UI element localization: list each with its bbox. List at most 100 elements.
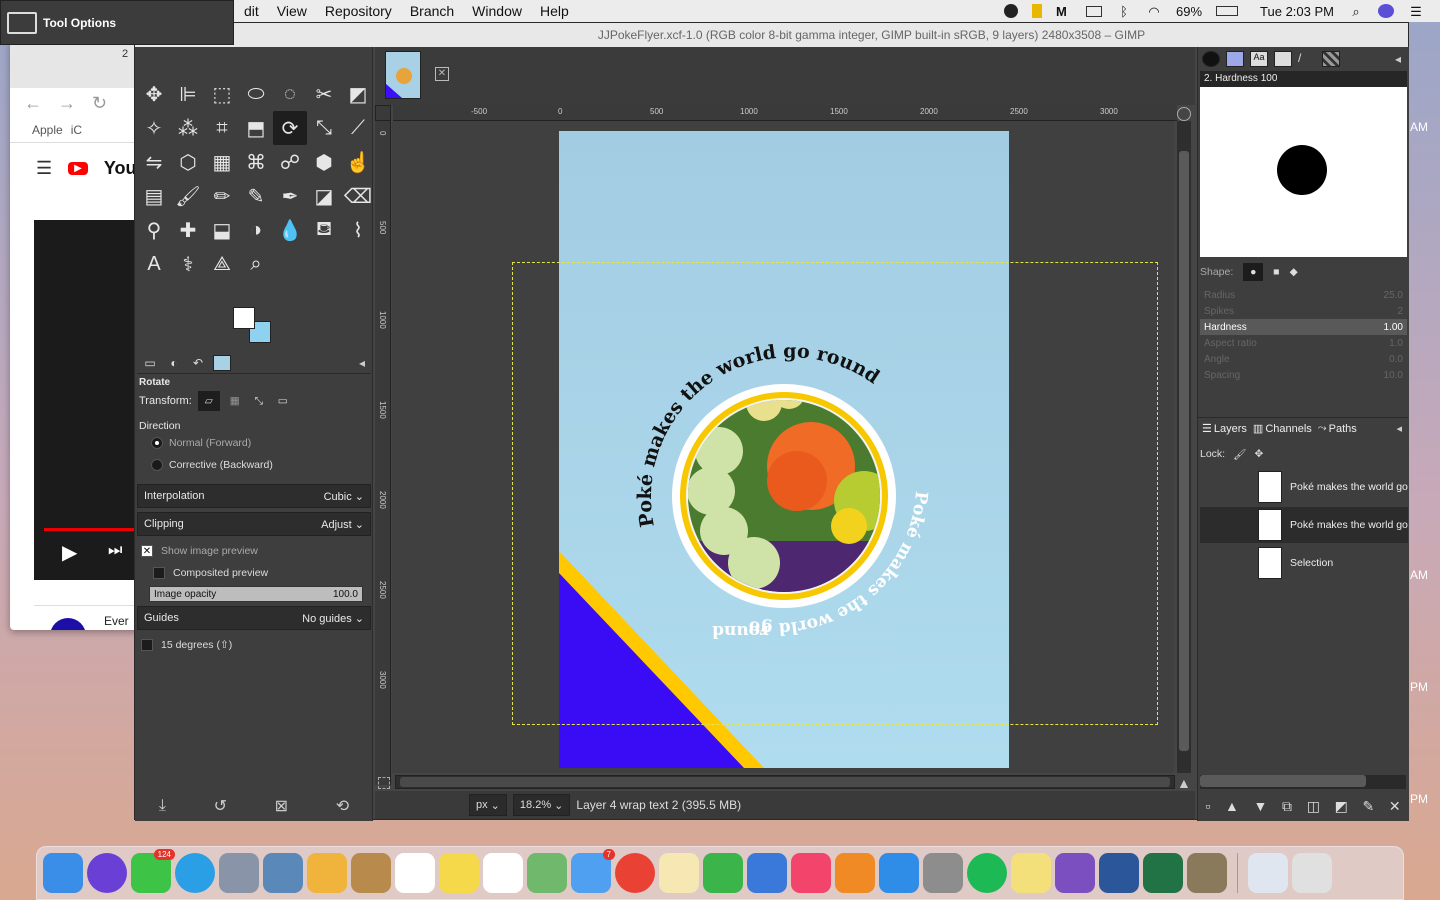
dock-reminders-icon[interactable] — [483, 853, 523, 893]
tab-channels[interactable]: ▥ Channels — [1253, 422, 1312, 436]
eraser-icon[interactable]: ⌫ — [341, 179, 375, 213]
flip-icon[interactable]: ⇋ — [137, 145, 171, 179]
dock-stickies-icon[interactable] — [1011, 853, 1051, 893]
bucket-icon[interactable]: ⛾ — [307, 213, 341, 247]
menubar-clock[interactable]: Tue 2:03 PM — [1260, 4, 1334, 19]
lock-pixels-icon[interactable]: 🖌 — [1233, 448, 1246, 461]
bookmark-icloud[interactable]: iC — [71, 123, 82, 137]
dock-finder-icon[interactable] — [43, 853, 83, 893]
transform-layer-icon[interactable]: ▱ — [197, 391, 220, 411]
hamburger-icon[interactable]: ☰ — [36, 158, 52, 179]
duplicate-icon[interactable]: ⧉ — [1282, 798, 1292, 815]
video-player[interactable]: ▶ ⏭ — [34, 220, 150, 580]
radio-corrective[interactable] — [151, 459, 163, 471]
paint-dynamics-icon[interactable]: / — [1298, 51, 1316, 67]
horizontal-scroll-thumb[interactable] — [400, 777, 1170, 787]
transform-image-icon[interactable]: ▭ — [274, 392, 292, 410]
norton-icon[interactable] — [1032, 4, 1043, 18]
layer-name[interactable]: Poké makes the world go — [1290, 519, 1408, 531]
cage-icon[interactable]: ▦ — [205, 145, 239, 179]
brush-prop-aspect-ratio[interactable]: Aspect ratio 1.0 — [1200, 335, 1407, 351]
rotate-icon[interactable]: ⟳ — [273, 111, 307, 145]
horizontal-ruler[interactable]: -500 0 500 1000 1500 2000 2500 3000 — [393, 105, 1177, 121]
transform-path-icon[interactable]: ⤡ — [250, 392, 268, 410]
dock-numbers-icon[interactable] — [703, 853, 743, 893]
constrain-toggle[interactable]: 15 degrees (⇧) — [137, 634, 371, 656]
gradient-icon[interactable]: ▤ — [137, 179, 171, 213]
dock-safari-icon[interactable] — [175, 853, 215, 893]
guides-combo[interactable]: Guides No guides ⌄ — [137, 606, 371, 630]
tool-options-tab-icon[interactable]: ▭ — [141, 355, 159, 371]
brushes-tab-icon[interactable] — [1202, 51, 1220, 67]
user-avatar-icon[interactable] — [1378, 4, 1394, 18]
configure-layers-dock-icon[interactable]: ◂ — [1396, 422, 1402, 435]
vertical-ruler[interactable]: 0 500 1000 1500 2000 2500 3000 — [375, 121, 391, 785]
direction-corrective[interactable]: Corrective (Backward) — [137, 454, 371, 476]
crop-icon[interactable]: ⌗ — [205, 111, 239, 145]
brush-prop-spacing[interactable]: Spacing 10.0 — [1200, 367, 1407, 383]
scissors-icon[interactable]: ✂ — [307, 77, 341, 111]
menu-window[interactable]: Window — [472, 3, 522, 19]
brush-preview[interactable] — [1200, 87, 1407, 257]
composited-preview-toggle[interactable]: Composited preview — [137, 562, 371, 584]
transform-selection-icon[interactable]: ▦ — [226, 392, 244, 410]
paint-along-path-icon[interactable]: ✎ — [1363, 798, 1375, 815]
brush-prop-spikes[interactable]: Spikes 2 — [1200, 303, 1407, 319]
battery-icon[interactable] — [1216, 6, 1239, 16]
document-history-icon[interactable] — [1274, 51, 1292, 67]
brush-prop-hardness[interactable]: Hardness 1.00 — [1200, 319, 1407, 335]
dock-chrome-icon[interactable] — [615, 853, 655, 893]
dodge-icon[interactable]: ◑ — [239, 213, 273, 247]
menu-repository[interactable]: Repository — [325, 3, 392, 19]
fg-bg-colors[interactable] — [233, 307, 275, 345]
zoom-image-icon[interactable]: ▲ — [1177, 775, 1191, 791]
bluetooth-icon[interactable]: ᛒ — [1116, 4, 1132, 19]
tool-options-dock-tab[interactable]: Tool Options — [0, 0, 234, 45]
ellipse-select-icon[interactable]: ⬭ — [239, 77, 273, 111]
dock-trash-icon[interactable] — [1292, 853, 1332, 893]
creative-cloud-icon[interactable] — [1004, 4, 1019, 18]
menu-edit[interactable]: dit — [244, 3, 259, 19]
path-name[interactable]: Selection — [1290, 557, 1333, 569]
close-image-icon[interactable]: ✕ — [435, 67, 449, 81]
paintbrush-icon[interactable]: 🖌 — [171, 179, 205, 213]
device-status-icon[interactable]: ◐ — [165, 355, 183, 371]
layers-scroll-thumb[interactable] — [1200, 775, 1366, 787]
paths-icon[interactable]: ⌇ — [341, 213, 375, 247]
configure-dock-icon[interactable]: ◂ — [1395, 52, 1401, 66]
show-preview-toggle[interactable]: ✕ Show image preview — [137, 540, 371, 562]
battery-percent[interactable]: 69% — [1176, 4, 1202, 19]
zoom-select[interactable]: 18.2% ⌄ — [512, 794, 571, 816]
airbrush-icon[interactable]: ✎ — [239, 179, 273, 213]
handle-transform-icon[interactable]: ☍ — [273, 145, 307, 179]
dock-word-icon[interactable] — [1099, 853, 1139, 893]
dock-excel-icon[interactable] — [1143, 853, 1183, 893]
image-thumbnail[interactable] — [385, 51, 421, 99]
direction-normal[interactable]: Normal (Forward) — [137, 432, 371, 454]
dock-github-icon[interactable] — [1055, 853, 1095, 893]
malwarebytes-icon[interactable]: M — [1056, 4, 1072, 19]
dock-facetime-icon[interactable]: 124 — [131, 849, 175, 893]
dock-calendar-icon[interactable] — [395, 853, 435, 893]
composited-preview-checkbox[interactable] — [153, 567, 165, 579]
save-options-icon[interactable]: ⤓ — [159, 797, 166, 815]
bookmark-apple[interactable]: Apple — [32, 123, 63, 137]
youtube-logo-icon[interactable]: ▶ — [68, 162, 88, 175]
selection-bounds[interactable] — [512, 262, 1158, 725]
ink-icon[interactable]: ✒ — [273, 179, 307, 213]
airplay-icon[interactable] — [1086, 5, 1103, 17]
browser-tab-label[interactable]: 2 — [122, 48, 128, 60]
dock-downloads-icon[interactable] — [1248, 853, 1288, 893]
perspective-clone-icon[interactable]: ⬓ — [205, 213, 239, 247]
dock-photos-icon[interactable] — [307, 853, 347, 893]
mypaint-icon[interactable]: ◪ — [307, 179, 341, 213]
ruler-corner[interactable] — [375, 105, 391, 121]
smudge-icon[interactable]: ☝ — [341, 145, 375, 179]
scale-icon[interactable]: ⤡ — [307, 111, 341, 145]
configure-tab-icon[interactable]: ◂ — [359, 356, 365, 370]
radio-normal[interactable] — [151, 437, 163, 449]
patterns-tab-icon[interactable] — [1226, 51, 1244, 67]
dock-textedit-icon[interactable] — [659, 853, 699, 893]
color-select-icon[interactable]: ⁂ — [171, 111, 205, 145]
back-icon[interactable]: ← — [24, 93, 42, 114]
